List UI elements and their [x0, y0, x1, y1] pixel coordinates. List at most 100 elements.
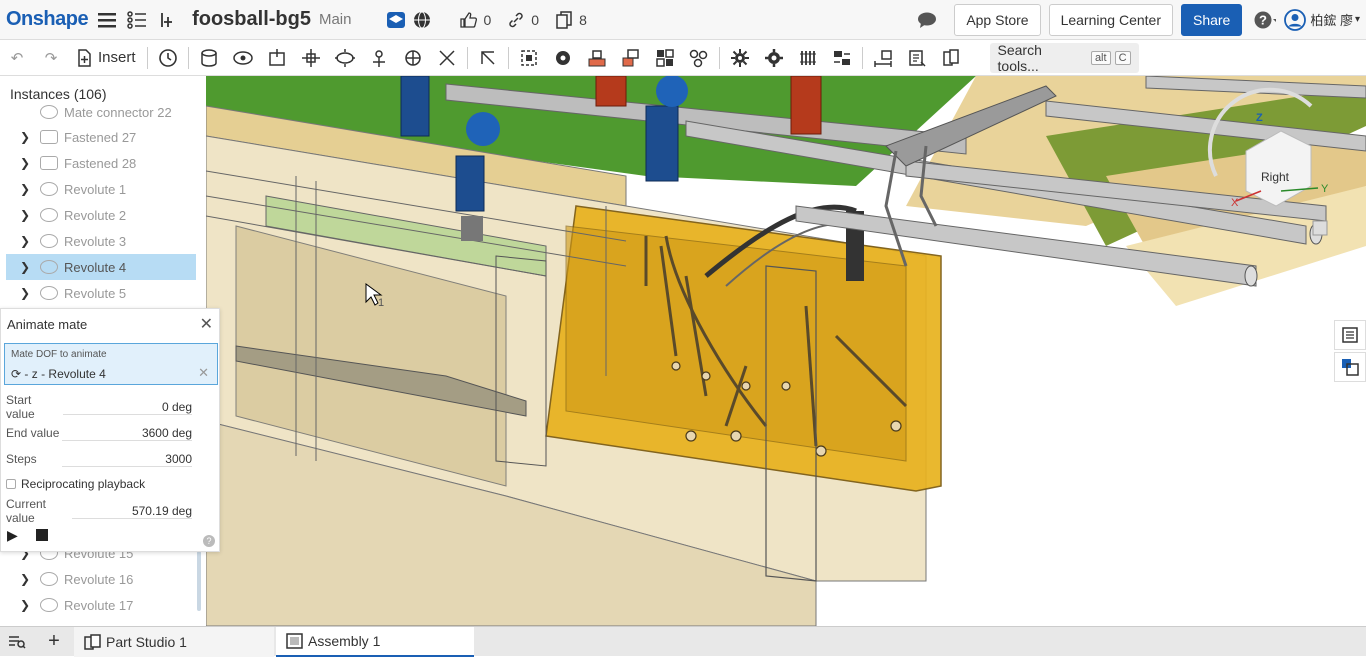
links-count: 0 — [531, 11, 540, 28]
ball-mate-icon[interactable] — [396, 44, 430, 72]
revolute-mate-icon — [40, 572, 58, 586]
app-store-button[interactable]: App Store — [954, 3, 1041, 36]
steps-input[interactable]: 3000 — [62, 452, 192, 467]
parallel-mate-icon[interactable] — [430, 44, 464, 72]
stop-icon[interactable] — [36, 529, 48, 541]
learning-center-button[interactable]: Learning Center — [1048, 3, 1173, 36]
replicate-icon[interactable] — [546, 44, 580, 72]
toolbar-separator — [146, 46, 148, 69]
copy-icon[interactable] — [553, 9, 575, 31]
end-value-input[interactable]: 3600 deg — [62, 426, 192, 441]
branch-name[interactable]: Main — [319, 11, 352, 28]
user-name[interactable]: 柏鋐 廖 — [1310, 10, 1353, 29]
chevron-right-icon[interactable]: ❯ — [14, 260, 36, 274]
tree-item[interactable]: ❯ Revolute 2 — [0, 202, 200, 228]
group-icon[interactable] — [512, 44, 546, 72]
start-value-input[interactable]: 0 deg — [62, 400, 192, 415]
tree-item[interactable]: ❯ Revolute 17 — [0, 592, 200, 618]
tree-item[interactable]: ❯ Revolute 1 — [0, 176, 200, 202]
history-icon[interactable] — [151, 44, 185, 72]
feature-list-icon[interactable] — [126, 9, 148, 31]
current-value-label: Current value — [6, 497, 47, 525]
tab-label: Assembly 1 — [308, 632, 381, 649]
tree-item-label: Fastened 28 — [64, 155, 137, 171]
chevron-right-icon[interactable]: ❯ — [14, 286, 36, 300]
tab-part-studio-1[interactable]: Part Studio 1 — [74, 626, 274, 657]
mate-dof-label: Mate DOF to animate — [11, 349, 107, 360]
gear-relation-icon[interactable] — [723, 44, 757, 72]
linear-relation-icon[interactable] — [825, 44, 859, 72]
close-icon[interactable]: ✕ — [200, 314, 213, 334]
linear-pattern-icon[interactable] — [614, 44, 648, 72]
tree-item[interactable]: ❯ Revolute 3 — [0, 228, 200, 254]
slider-mate-icon[interactable] — [260, 44, 294, 72]
clear-icon[interactable]: ✕ — [198, 365, 209, 381]
mate-connector-icon[interactable] — [471, 44, 505, 72]
rack-pinion-icon[interactable] — [757, 44, 791, 72]
chevron-right-icon[interactable]: ❯ — [14, 156, 36, 170]
3d-viewport[interactable]: Right Z X Y 1 — [206, 76, 1366, 626]
chevron-right-icon[interactable]: ❯ — [14, 598, 36, 612]
reciprocating-checkbox[interactable] — [6, 479, 16, 489]
share-button[interactable]: Share — [1180, 3, 1243, 36]
fastened-mate-icon[interactable] — [192, 44, 226, 72]
measure-icon[interactable] — [866, 44, 900, 72]
search-tools-input[interactable]: Search tools... alt C — [989, 42, 1139, 74]
like-icon[interactable] — [457, 9, 479, 31]
mate-layout-icon[interactable] — [580, 44, 614, 72]
chevron-right-icon[interactable]: ❯ — [14, 234, 36, 248]
revolute-mate-icon — [40, 234, 58, 248]
user-avatar-icon[interactable] — [1284, 8, 1307, 31]
chevron-right-icon[interactable]: ❯ — [14, 182, 36, 196]
configuration-panel-icon[interactable] — [1334, 352, 1366, 382]
link-icon[interactable] — [505, 9, 527, 31]
insert-part-icon[interactable] — [156, 9, 178, 31]
document-title[interactable]: foosball-bg5 — [192, 8, 311, 31]
globe-icon[interactable] — [411, 9, 433, 31]
insert-button[interactable]: Insert — [68, 44, 144, 72]
redo-icon[interactable]: ↷ — [34, 44, 68, 72]
planar-mate-icon[interactable] — [294, 44, 328, 72]
fastened-mate-icon — [40, 130, 58, 144]
add-tab-icon[interactable]: + — [34, 630, 74, 653]
view-cube-y-label: Y — [1321, 183, 1329, 195]
appearance-panel-icon[interactable] — [1334, 320, 1366, 350]
learning-cap-icon[interactable] — [385, 9, 407, 31]
help-icon[interactable]: ? — [203, 535, 215, 547]
tree-item-label: Revolute 3 — [64, 233, 127, 249]
tree-item[interactable]: › Mate connector 22 — [0, 99, 200, 125]
scrollbar[interactable] — [197, 551, 201, 611]
chevron-down-icon[interactable]: ▾ — [1355, 14, 1360, 25]
tree-item[interactable]: ❯ Fastened 28 — [0, 150, 200, 176]
chevron-right-icon[interactable]: ❯ — [14, 130, 36, 144]
tab-assembly-1[interactable]: Assembly 1 — [276, 626, 474, 657]
tab-manager-icon[interactable] — [0, 635, 34, 649]
circular-pattern-icon[interactable] — [648, 44, 682, 72]
tree-item[interactable]: ❯ Revolute 5 — [0, 280, 200, 306]
onshape-logo[interactable]: Onshape — [6, 8, 89, 31]
tree-item[interactable]: ❯ Revolute 16 — [0, 566, 200, 592]
bill-of-materials-icon[interactable] — [934, 44, 968, 72]
chevron-right-icon[interactable]: ❯ — [14, 572, 36, 586]
comments-icon[interactable] — [916, 9, 938, 31]
bottom-tab-bar: + Part Studio 1 Assembly 1 — [0, 626, 1366, 657]
mate-dof-field[interactable]: Mate DOF to animate ⟳ - z - Revolute 4 ✕ — [4, 343, 218, 385]
foosball-table-model[interactable]: Right Z X Y 1 — [206, 76, 1366, 626]
dialog-title: Animate mate — [7, 316, 88, 332]
mate-dof-value: ⟳ - z - Revolute 4 — [11, 367, 106, 381]
chevron-right-icon[interactable]: ❯ — [14, 208, 36, 222]
help-icon[interactable]: ? — [1254, 9, 1277, 31]
revolute-mate-icon — [40, 208, 58, 222]
revolute-mate-icon[interactable] — [226, 44, 260, 72]
cylindrical-mate-icon[interactable] — [328, 44, 362, 72]
undo-icon[interactable]: ↶ — [0, 44, 34, 72]
screw-relation-icon[interactable] — [791, 44, 825, 72]
pin-slot-mate-icon[interactable] — [362, 44, 396, 72]
tree-item-selected[interactable]: ❯ Revolute 4 — [6, 254, 196, 280]
menu-icon[interactable] — [96, 9, 118, 31]
top-bar: Onshape foosball-bg5 Main 0 0 8 App Stor… — [0, 0, 1366, 40]
tree-item[interactable]: ❯ Fastened 27 — [0, 124, 200, 150]
explode-icon[interactable] — [682, 44, 716, 72]
section-view-icon[interactable] — [900, 44, 934, 72]
play-icon[interactable]: ▶ — [7, 527, 18, 544]
